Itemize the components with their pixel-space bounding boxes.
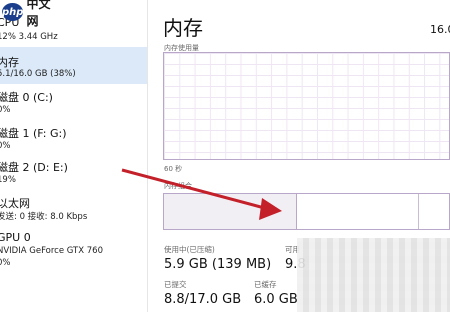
annotation-arrow-icon bbox=[121, 168, 282, 220]
